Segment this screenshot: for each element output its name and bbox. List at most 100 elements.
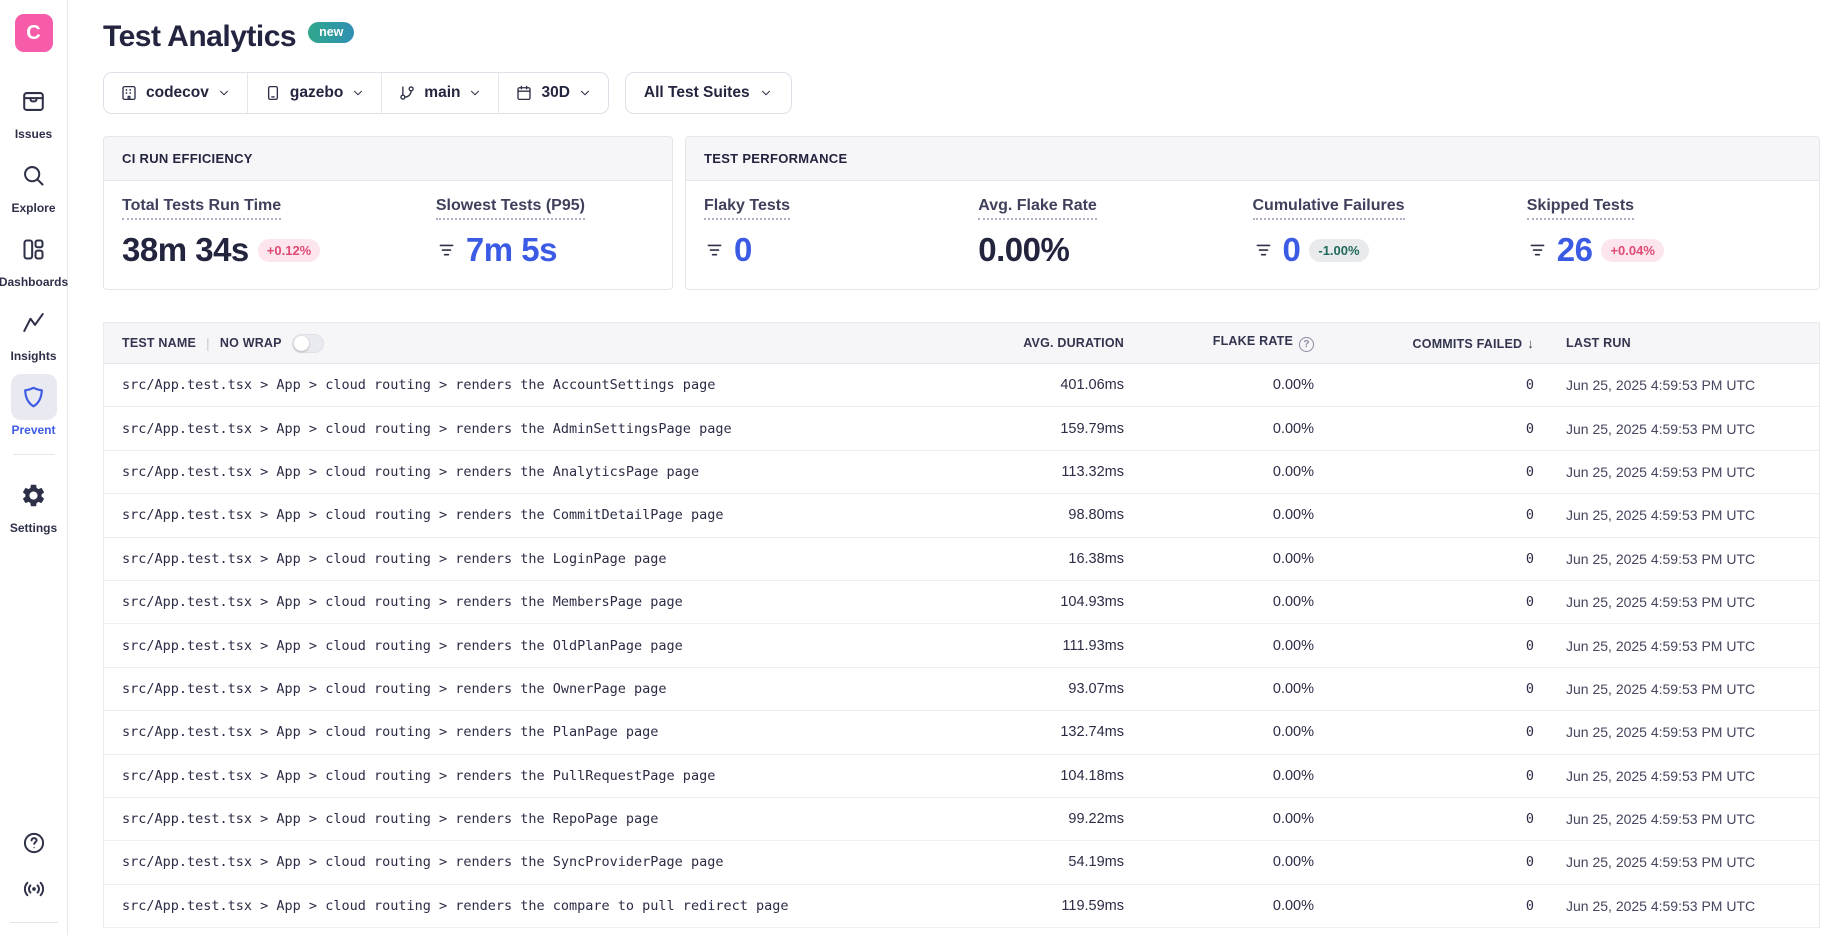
period-selector[interactable]: 30D	[499, 73, 607, 113]
chevron-down-icon	[468, 86, 482, 100]
avg-duration-header[interactable]: AVG. DURATION	[974, 336, 1124, 350]
table-row[interactable]: src/App.test.tsx > App > cloud routing >…	[104, 841, 1819, 884]
chevron-down-icon	[217, 86, 231, 100]
org-selector[interactable]: codecov	[104, 73, 248, 113]
broadcast-icon[interactable]	[21, 876, 47, 902]
sidebar-item-label: Insights	[10, 349, 56, 363]
commits-failed-header[interactable]: COMMITS FAILED↓	[1314, 336, 1534, 351]
sidebar-bottom-divider	[10, 922, 58, 923]
last-run-cell: Jun 25, 2025 4:59:53 PM UTC	[1534, 464, 1819, 480]
table-row[interactable]: src/App.test.tsx > App > cloud routing >…	[104, 624, 1819, 667]
test-name-cell: src/App.test.tsx > App > cloud routing >…	[104, 854, 974, 870]
flake-rate-header[interactable]: FLAKE RATE?	[1124, 334, 1314, 352]
stat-value-link[interactable]: 26	[1557, 231, 1593, 269]
avg-duration-cell: 98.80ms	[974, 507, 1124, 523]
flake-rate-cell: 0.00%	[1124, 421, 1314, 437]
search-icon	[11, 152, 57, 198]
sidebar-divider	[13, 454, 55, 455]
commits-failed-cell: 0	[1314, 421, 1534, 437]
no-wrap-toggle[interactable]	[292, 334, 324, 353]
table-row[interactable]: src/App.test.tsx > App > cloud routing >…	[104, 451, 1819, 494]
test-name-cell: src/App.test.tsx > App > cloud routing >…	[104, 421, 974, 437]
commits-failed-cell: 0	[1314, 681, 1534, 697]
last-run-cell: Jun 25, 2025 4:59:53 PM UTC	[1534, 507, 1819, 523]
table-row[interactable]: src/App.test.tsx > App > cloud routing >…	[104, 711, 1819, 754]
stat-slowest-tests: Slowest Tests (P95) 7m 5s	[436, 197, 654, 269]
branch-selector[interactable]: main	[382, 73, 499, 113]
sidebar-item-settings[interactable]: Settings	[1, 472, 67, 535]
flake-rate-cell: 0.00%	[1124, 898, 1314, 914]
stat-label[interactable]: Skipped Tests	[1527, 197, 1634, 220]
inbox-icon	[11, 78, 57, 124]
avg-duration-cell: 132.74ms	[974, 724, 1124, 740]
sidebar-item-insights[interactable]: Insights	[1, 300, 67, 363]
summary-cards: CI RUN EFFICIENCY Total Tests Run Time 3…	[103, 136, 1820, 290]
filter-funnel-icon	[704, 240, 725, 261]
test-name-cell: src/App.test.tsx > App > cloud routing >…	[104, 464, 974, 480]
table-row[interactable]: src/App.test.tsx > App > cloud routing >…	[104, 494, 1819, 537]
sidebar-item-dashboards[interactable]: Dashboards	[1, 226, 67, 289]
commits-failed-cell: 0	[1314, 638, 1534, 654]
avg-duration-cell: 111.93ms	[974, 638, 1124, 654]
last-run-cell: Jun 25, 2025 4:59:53 PM UTC	[1534, 854, 1819, 870]
commits-failed-cell: 0	[1314, 594, 1534, 610]
organization-icon	[120, 84, 138, 102]
help-circle-icon[interactable]: ?	[1299, 337, 1314, 352]
sidebar-item-prevent[interactable]: Prevent	[1, 374, 67, 437]
table-row[interactable]: src/App.test.tsx > App > cloud routing >…	[104, 798, 1819, 841]
sidebar-item-issues[interactable]: Issues	[1, 78, 67, 141]
test-name-cell: src/App.test.tsx > App > cloud routing >…	[104, 507, 974, 523]
flake-rate-cell: 0.00%	[1124, 724, 1314, 740]
commits-failed-cell: 0	[1314, 811, 1534, 827]
sidebar-item-explore[interactable]: Explore	[1, 152, 67, 215]
commits-failed-header-label: COMMITS FAILED	[1413, 337, 1523, 351]
table-row[interactable]: src/App.test.tsx > App > cloud routing >…	[104, 668, 1819, 711]
test-name-cell: src/App.test.tsx > App > cloud routing >…	[104, 724, 974, 740]
last-run-cell: Jun 25, 2025 4:59:53 PM UTC	[1534, 377, 1819, 393]
test-name-cell: src/App.test.tsx > App > cloud routing >…	[104, 594, 974, 610]
stat-flaky-tests: Flaky Tests 0	[704, 197, 978, 269]
sidebar-item-label: Issues	[15, 127, 52, 141]
last-run-cell: Jun 25, 2025 4:59:53 PM UTC	[1534, 898, 1819, 914]
stat-value-link[interactable]: 0	[1283, 231, 1301, 269]
test-name-cell: src/App.test.tsx > App > cloud routing >…	[104, 681, 974, 697]
table-row[interactable]: src/App.test.tsx > App > cloud routing >…	[104, 407, 1819, 450]
stat-label[interactable]: Slowest Tests (P95)	[436, 197, 585, 220]
table-row[interactable]: src/App.test.tsx > App > cloud routing >…	[104, 364, 1819, 407]
stat-label[interactable]: Total Tests Run Time	[122, 197, 281, 220]
repo-selector[interactable]: gazebo	[248, 73, 382, 113]
last-run-header[interactable]: LAST RUN	[1534, 336, 1819, 350]
commits-failed-cell: 0	[1314, 551, 1534, 567]
table-row[interactable]: src/App.test.tsx > App > cloud routing >…	[104, 538, 1819, 581]
last-run-cell: Jun 25, 2025 4:59:53 PM UTC	[1534, 768, 1819, 784]
avg-duration-cell: 54.19ms	[974, 854, 1124, 870]
calendar-icon	[515, 84, 533, 102]
avg-duration-cell: 99.22ms	[974, 811, 1124, 827]
codecov-logo[interactable]: C	[15, 14, 53, 52]
stat-value-link[interactable]: 7m 5s	[466, 231, 557, 269]
last-run-cell: Jun 25, 2025 4:59:53 PM UTC	[1534, 551, 1819, 567]
table-row[interactable]: src/App.test.tsx > App > cloud routing >…	[104, 755, 1819, 798]
test-name-cell: src/App.test.tsx > App > cloud routing >…	[104, 811, 974, 827]
commits-failed-cell: 0	[1314, 464, 1534, 480]
stat-value-link[interactable]: 0	[734, 231, 752, 269]
test-performance-card: TEST PERFORMANCE Flaky Tests 0 Avg. Flak…	[685, 136, 1820, 290]
stat-label[interactable]: Cumulative Failures	[1253, 197, 1405, 220]
table-row[interactable]: src/App.test.tsx > App > cloud routing >…	[104, 885, 1819, 928]
test-name-cell: src/App.test.tsx > App > cloud routing >…	[104, 638, 974, 654]
avg-duration-cell: 119.59ms	[974, 898, 1124, 914]
main-content: Test Analytics new codecov gazebo main	[68, 0, 1845, 928]
help-icon[interactable]	[21, 830, 47, 856]
stat-avg-flake-rate: Avg. Flake Rate 0.00%	[978, 197, 1252, 269]
trend-badge: +0.04%	[1601, 239, 1663, 262]
commits-failed-cell: 0	[1314, 377, 1534, 393]
filter-funnel-icon	[1527, 240, 1548, 261]
table-row[interactable]: src/App.test.tsx > App > cloud routing >…	[104, 581, 1819, 624]
stat-label[interactable]: Flaky Tests	[704, 197, 790, 220]
test-name-header-label: TEST NAME	[122, 336, 196, 350]
toggle-knob	[294, 336, 309, 351]
last-run-cell: Jun 25, 2025 4:59:53 PM UTC	[1534, 724, 1819, 740]
test-suites-selector[interactable]: All Test Suites	[625, 72, 792, 114]
header-divider: |	[206, 335, 210, 351]
stat-label[interactable]: Avg. Flake Rate	[978, 197, 1097, 220]
